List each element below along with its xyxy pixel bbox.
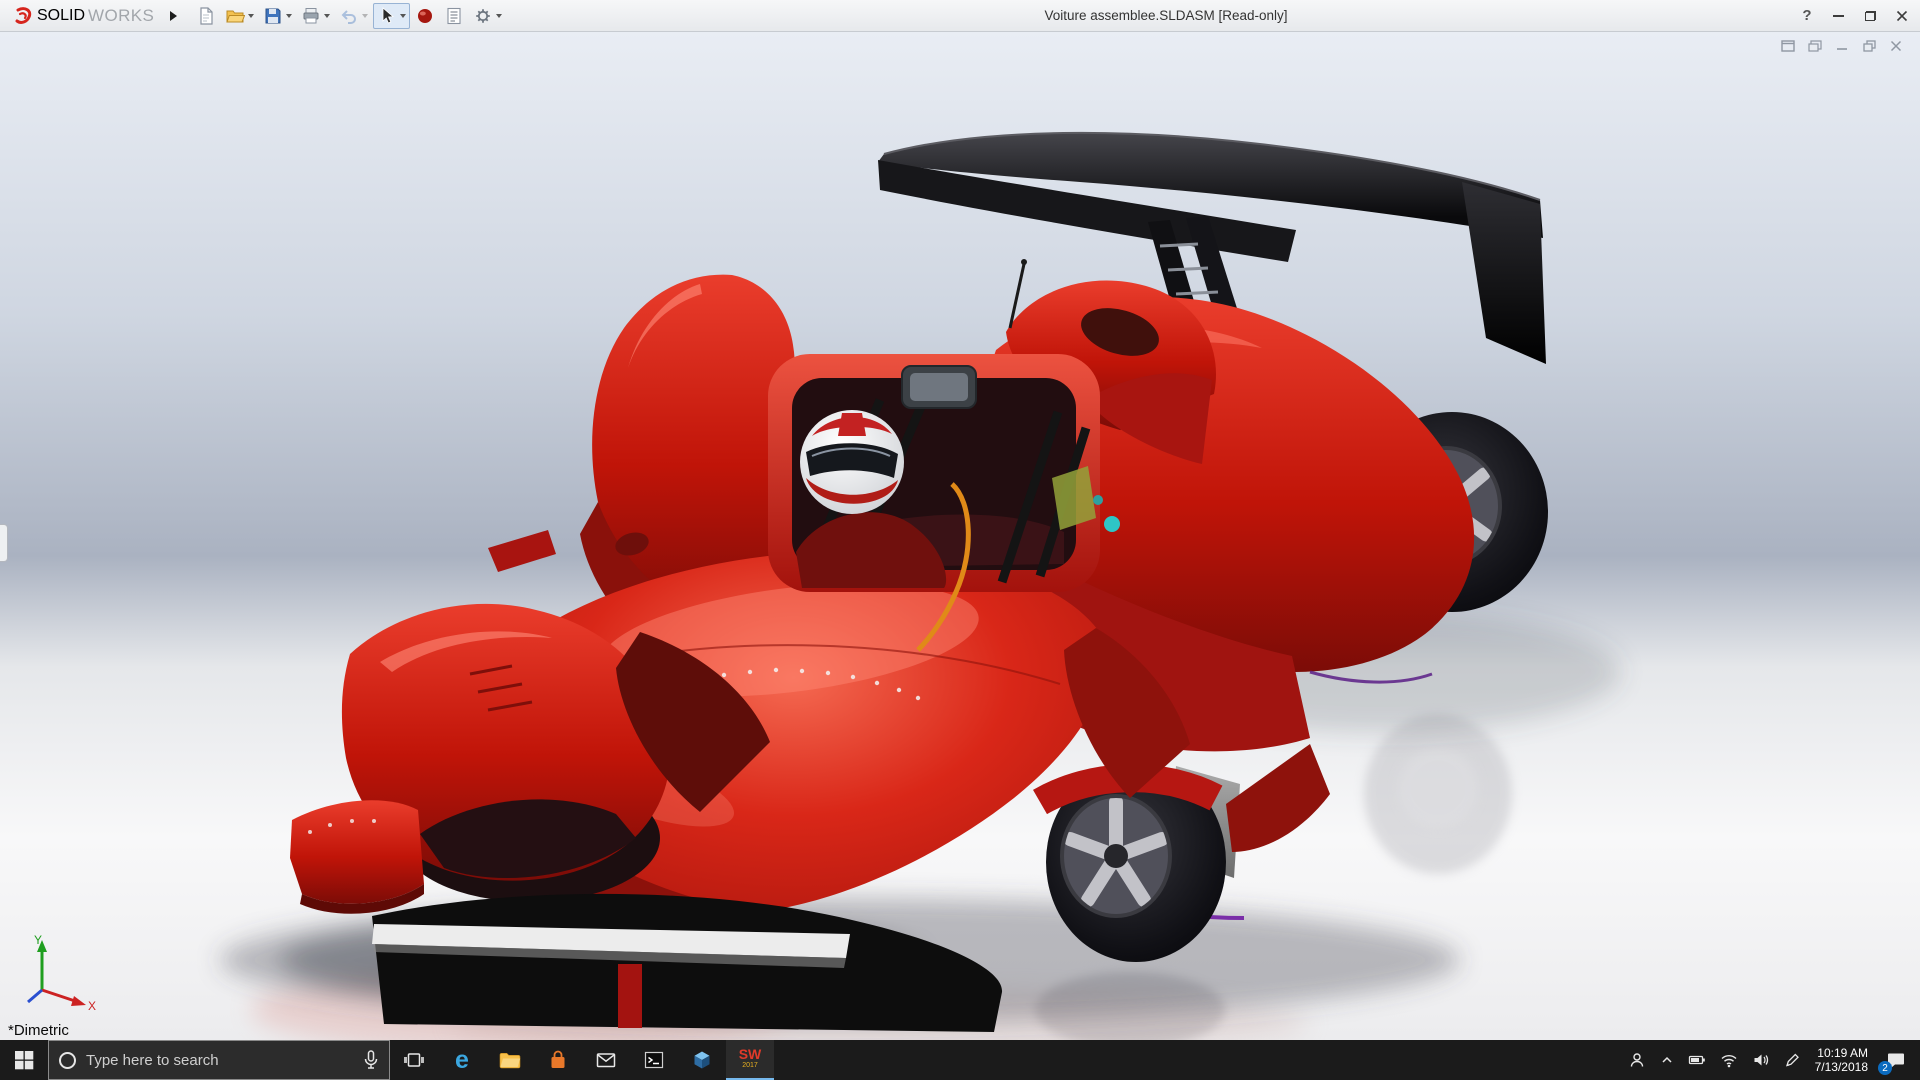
graphics-viewport[interactable]: Y X *Dimetric (0, 32, 1920, 1040)
flyout-arrow-icon (170, 11, 177, 21)
notification-badge: 2 (1878, 1061, 1892, 1075)
brand-text-secondary: WORKS (88, 6, 154, 26)
pen-button[interactable] (1777, 1040, 1807, 1080)
clock-date: 7/13/2018 (1815, 1060, 1868, 1074)
taskbar-search[interactable] (48, 1040, 390, 1080)
options-gear-icon (473, 6, 493, 26)
pen-icon (1784, 1052, 1800, 1068)
cortana-icon (59, 1052, 76, 1069)
file-properties-icon (444, 6, 464, 26)
windows-taskbar: e (0, 1040, 1920, 1080)
taskbar-clock[interactable]: 10:19 AM 7/13/2018 (1807, 1046, 1876, 1074)
3d-cube-icon (690, 1048, 714, 1072)
doc-minimize-button[interactable] (1834, 39, 1850, 53)
dropdown-caret-icon (324, 14, 330, 18)
undo-icon (339, 6, 359, 26)
triad-x-label: X (88, 999, 96, 1010)
appearance-sphere-icon (415, 6, 435, 26)
print-icon (301, 6, 321, 26)
search-input[interactable] (86, 1052, 353, 1069)
doc-window-button[interactable] (1780, 39, 1796, 53)
network-button[interactable] (1713, 1040, 1745, 1080)
system-tray: 10:19 AM 7/13/2018 2 (1621, 1040, 1920, 1080)
close-button[interactable] (1886, 0, 1918, 31)
wifi-icon (1720, 1052, 1738, 1068)
minimize-button[interactable] (1822, 0, 1854, 31)
taskbar-apps: e (390, 1040, 774, 1080)
cad-viewer-button[interactable] (678, 1040, 726, 1080)
chevron-up-icon (1660, 1053, 1674, 1067)
options-button[interactable] (469, 3, 506, 29)
solidworks-taskbar-button[interactable]: SW 2017 (726, 1040, 774, 1080)
clock-time: 10:19 AM (1815, 1046, 1868, 1060)
start-button[interactable] (0, 1040, 48, 1080)
restore-icon (1865, 11, 1876, 21)
select-tool-button[interactable] (373, 3, 410, 29)
document-window-controls (1780, 39, 1904, 53)
store-bag-icon (546, 1048, 570, 1072)
mail-button[interactable] (582, 1040, 630, 1080)
desktop: SOLIDWORKS (0, 0, 1920, 1080)
save-icon (263, 6, 283, 26)
view-orientation-label: *Dimetric (8, 1022, 69, 1039)
people-button[interactable] (1621, 1040, 1653, 1080)
file-explorer-icon (498, 1048, 522, 1072)
command-prompt-button[interactable] (630, 1040, 678, 1080)
minimize-icon (1833, 15, 1844, 17)
microphone-icon[interactable] (363, 1050, 379, 1070)
doc-close-button[interactable] (1888, 39, 1904, 53)
orientation-triad: Y X (20, 932, 100, 1010)
appearance-button[interactable] (411, 3, 439, 29)
people-icon (1628, 1051, 1646, 1069)
close-icon (1896, 10, 1908, 22)
task-view-icon (402, 1048, 426, 1072)
task-view-button[interactable] (390, 1040, 438, 1080)
dassault-systemes-icon (12, 5, 34, 27)
battery-icon (1688, 1052, 1706, 1068)
help-button[interactable]: ? (1792, 0, 1822, 31)
toolbar-flyout-button[interactable] (164, 4, 182, 28)
store-button[interactable] (534, 1040, 582, 1080)
3d-model-race-car[interactable] (0, 32, 1920, 1040)
doc-restore-button[interactable] (1861, 39, 1877, 53)
save-button[interactable] (259, 3, 296, 29)
brand-text-primary: SOLID (37, 7, 85, 25)
dropdown-caret-icon (362, 14, 368, 18)
volume-button[interactable] (1745, 1040, 1777, 1080)
title-bar: SOLIDWORKS (0, 0, 1920, 32)
teal-detail (1104, 516, 1120, 532)
new-document-button[interactable] (192, 3, 220, 29)
hidden-icons-button[interactable] (1653, 1040, 1681, 1080)
quick-access-toolbar (192, 3, 506, 29)
triad-y-label: Y (34, 933, 42, 947)
open-folder-icon (225, 6, 245, 26)
command-prompt-icon (642, 1048, 666, 1072)
solidworks-logo: SOLIDWORKS (4, 5, 160, 27)
dropdown-caret-icon (496, 14, 502, 18)
dropdown-caret-icon (400, 14, 406, 18)
doc-new-window-button[interactable] (1807, 39, 1823, 53)
speaker-icon (1752, 1052, 1770, 1068)
edge-icon: e (455, 1048, 469, 1072)
select-cursor-icon (377, 6, 397, 26)
left-lower-winglet[interactable] (290, 800, 424, 913)
print-button[interactable] (297, 3, 334, 29)
windows-logo-icon (13, 1049, 35, 1071)
feature-manager-handle[interactable] (0, 524, 8, 562)
battery-button[interactable] (1681, 1040, 1713, 1080)
restore-button[interactable] (1854, 0, 1886, 31)
document-title: Voiture assemblee.SLDASM [Read-only] (1044, 0, 1287, 31)
action-center-button[interactable]: 2 (1876, 1040, 1918, 1080)
mail-icon (594, 1048, 618, 1072)
open-button[interactable] (221, 3, 258, 29)
dropdown-caret-icon (286, 14, 292, 18)
file-explorer-button[interactable] (486, 1040, 534, 1080)
edge-button[interactable]: e (438, 1040, 486, 1080)
dropdown-caret-icon (248, 14, 254, 18)
file-properties-button[interactable] (440, 3, 468, 29)
solidworks-app-icon: SW 2017 (739, 1049, 762, 1071)
new-document-icon (196, 6, 216, 26)
undo-button[interactable] (335, 3, 372, 29)
